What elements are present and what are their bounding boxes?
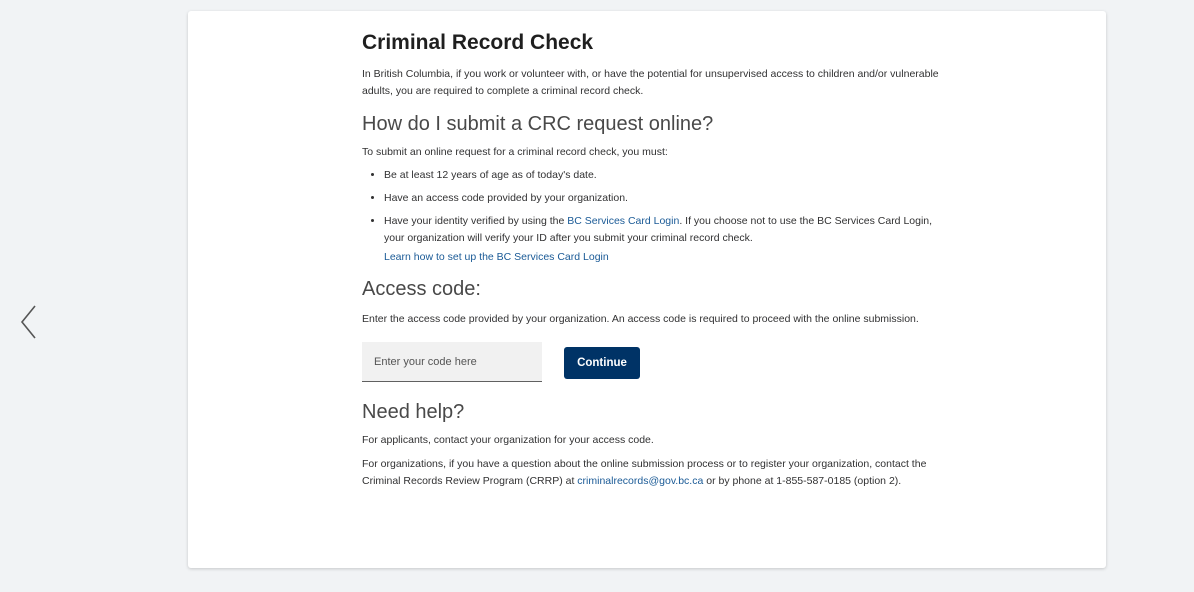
submit-heading: How do I submit a CRC request online? xyxy=(362,113,714,135)
access-heading: Access code: xyxy=(362,278,481,300)
requirement-age: Be at least 12 years of age as of today'… xyxy=(384,169,597,181)
page-title: Criminal Record Check xyxy=(362,31,594,54)
list-item: Have your identity verified by using the… xyxy=(384,213,944,247)
list-item: Have an access code provided by your org… xyxy=(384,190,944,207)
email-link[interactable]: criminalrecords@gov.bc.ca xyxy=(577,475,703,487)
continue-button[interactable]: Continue xyxy=(564,347,640,379)
help-organizations-text: For organizations, if you have a questio… xyxy=(362,456,944,490)
intro-text: In British Columbia, if you work or volu… xyxy=(362,68,939,97)
requirement-identity-before: Have your identity verified by using the xyxy=(384,215,568,227)
page: Criminal Record Check In British Columbi… xyxy=(0,0,1194,592)
main-card: Criminal Record Check In British Columbi… xyxy=(188,11,1106,568)
content-area: Criminal Record Check In British Columbi… xyxy=(362,29,944,490)
help-applicants-text: For applicants, contact your organizatio… xyxy=(362,434,654,446)
bc-services-card-link[interactable]: BC Services Card Login xyxy=(567,215,679,227)
access-description: Enter the access code provided by your o… xyxy=(362,313,919,325)
access-code-input[interactable] xyxy=(362,342,542,382)
learn-setup-link[interactable]: Learn how to set up the BC Services Card… xyxy=(384,251,609,263)
requirement-access-code: Have an access code provided by your org… xyxy=(384,192,628,204)
help-heading: Need help? xyxy=(362,401,465,423)
learn-link-row: Learn how to set up the BC Services Card… xyxy=(362,249,944,266)
list-item: Be at least 12 years of age as of today'… xyxy=(384,167,944,184)
help-org-after: or by phone at 1-855-587-0185 (option 2)… xyxy=(703,475,902,487)
back-button[interactable] xyxy=(18,304,42,340)
requirements-list: Be at least 12 years of age as of today'… xyxy=(362,167,944,247)
submit-intro: To submit an online request for a crimin… xyxy=(362,146,668,158)
access-code-row: Continue xyxy=(362,342,944,384)
chevron-left-icon xyxy=(20,305,36,339)
